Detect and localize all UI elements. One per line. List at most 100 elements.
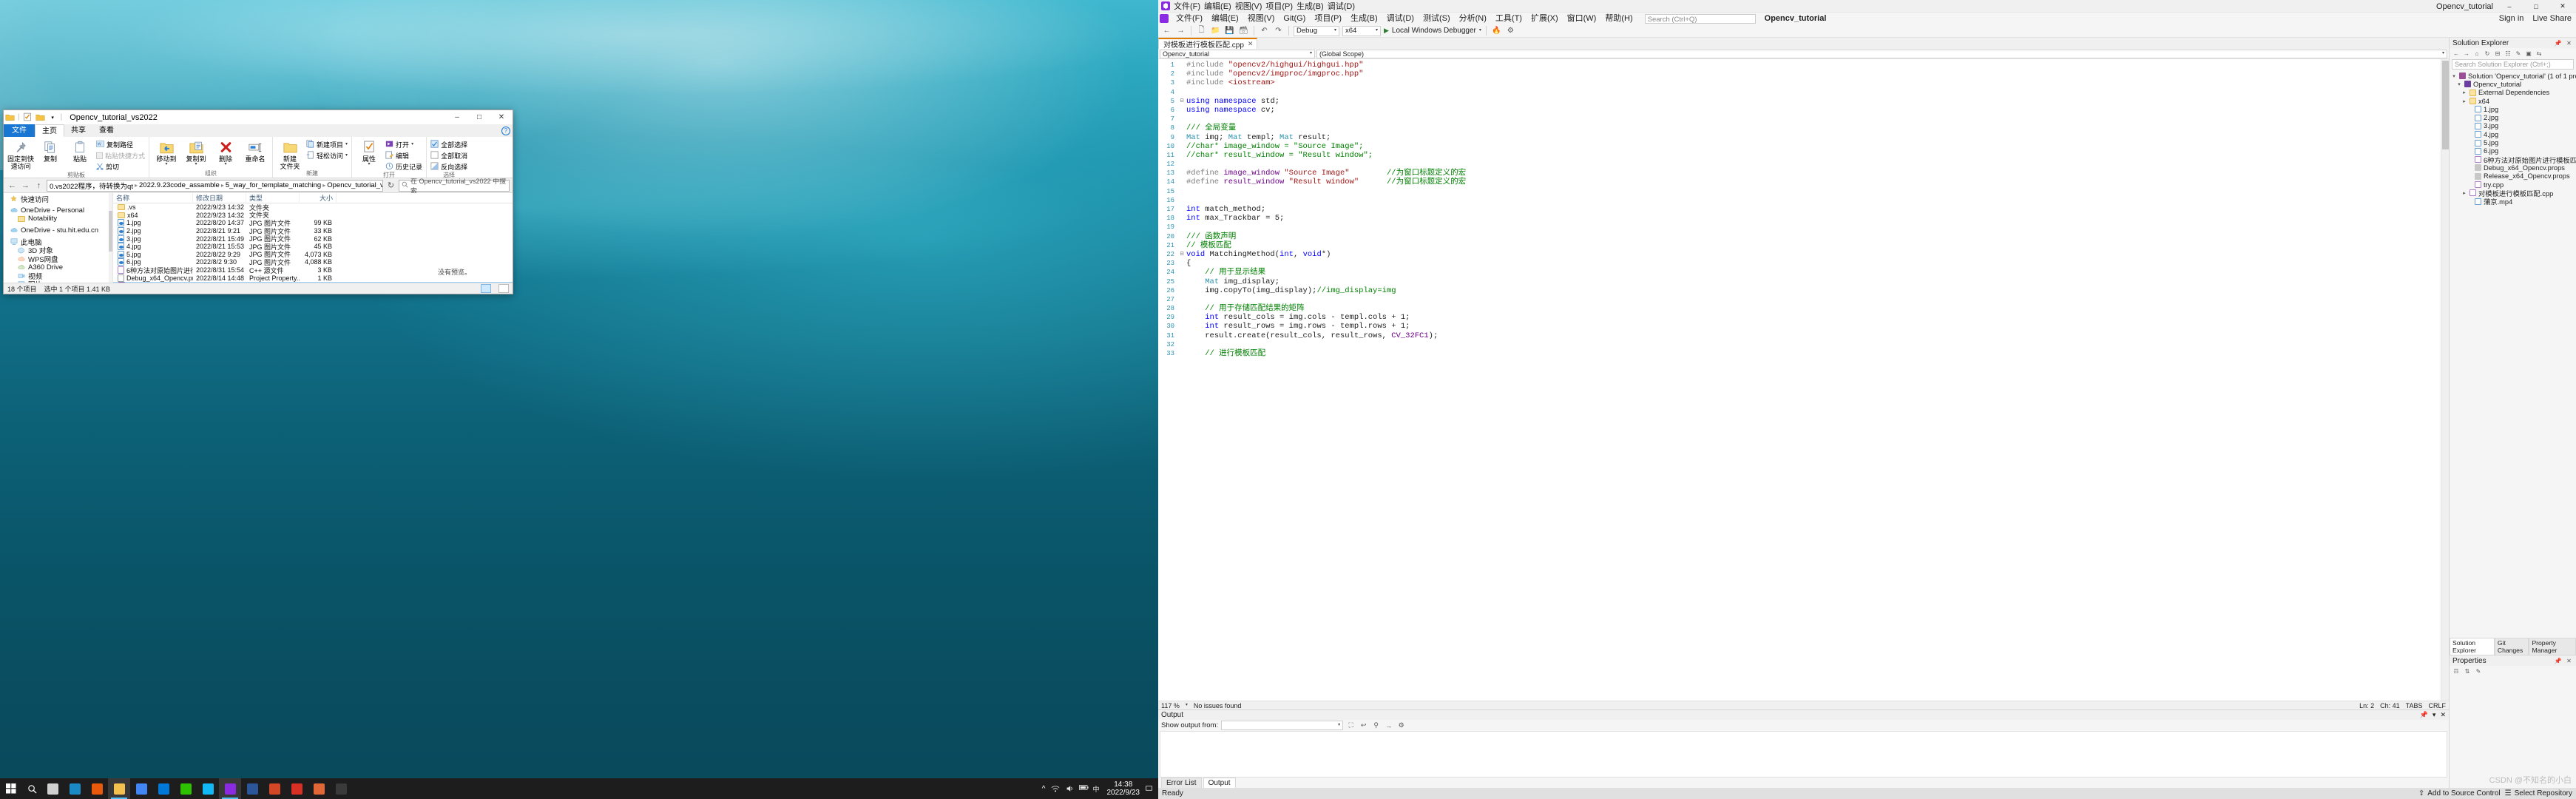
vs-title-menu-project[interactable]: 项目(P) — [1265, 0, 1293, 12]
new-folder-button[interactable]: 新建 文件夹 — [275, 138, 305, 170]
zoom-level[interactable]: 117 % — [1161, 702, 1180, 709]
scope-left-combo[interactable]: Opencv_tutorial ▾ — [1160, 49, 1315, 58]
ribbon-help-button[interactable]: ? — [501, 127, 510, 135]
run-label[interactable]: Local Windows Debugger — [1392, 27, 1476, 35]
taskbar-item-taskview-icon[interactable] — [41, 778, 64, 799]
show-all-files-icon[interactable]: ☷ — [2504, 49, 2512, 58]
menu-analyze[interactable]: 分析(N) — [1455, 13, 1491, 24]
nav-forward-icon[interactable]: → — [1175, 25, 1186, 36]
editor-scrollbar[interactable] — [2441, 59, 2449, 701]
vs-title-menu-debug[interactable]: 调试(D) — [1328, 0, 1355, 12]
forward-button[interactable]: → — [20, 180, 31, 191]
explorer-ribbon[interactable]: 固定到快 速访问 复制 粘贴 W 复制路径 粘贴快捷方式 剪切 剪贴板 移动到 … — [4, 137, 513, 178]
tree-twisty-icon[interactable]: ▾ — [2451, 73, 2457, 79]
ribbon-tab-file[interactable]: 文件 — [4, 124, 35, 137]
solution-explorer-tree[interactable]: ▾ Solution 'Opencv_tutorial' (1 of 1 proj… — [2450, 70, 2576, 645]
paste-shortcut-button[interactable]: 粘贴快捷方式 — [96, 151, 145, 161]
taskbar-search-button[interactable] — [22, 778, 41, 799]
tree-item[interactable]: 5.jpg — [2450, 138, 2576, 146]
editor-scope-bar[interactable]: Opencv_tutorial ▾ (Global Scope) ▾ — [1158, 49, 2449, 59]
file-name-cell[interactable]: 6种方法对原始图片进行模板匹配.cpp — [113, 266, 193, 275]
open-button[interactable]: 打开 ▾ — [385, 140, 422, 149]
open-file-icon[interactable]: 📁 — [1210, 25, 1221, 36]
menu-help[interactable]: 帮助(H) — [1600, 13, 1637, 24]
easy-access-caret-icon[interactable]: ▾ — [345, 153, 348, 158]
select-none-button[interactable]: 全部取消 — [430, 151, 467, 161]
taskbar-item-wechat-icon[interactable] — [175, 778, 197, 799]
select-repository-button[interactable]: ☰ Select Repository — [2505, 789, 2572, 798]
nav-item-notability[interactable]: Notability — [4, 215, 112, 223]
vs-minimize-button[interactable]: – — [2499, 0, 2520, 13]
file-name-cell[interactable]: 5.jpg — [113, 250, 193, 258]
column-header-type[interactable]: 类型 — [246, 193, 300, 203]
taskbar-item-edge-icon[interactable] — [64, 778, 86, 799]
column-header-date[interactable]: 修改日期 — [193, 193, 246, 203]
nav-item-a360-drive[interactable]: A360 Drive — [4, 263, 112, 272]
vs-search-input[interactable]: Search (Ctrl+Q) — [1644, 13, 1756, 24]
properties-panel[interactable]: Properties 📌 ✕ ☶ ⇅ ✎ — [2450, 655, 2576, 788]
tree-twisty-icon[interactable]: ▸ — [2461, 98, 2467, 104]
vs-maximize-button[interactable]: □ — [2526, 0, 2546, 13]
redo-icon[interactable]: ↷ — [1273, 25, 1284, 36]
new-item-caret-icon[interactable]: ▾ — [345, 142, 348, 146]
output-minimize-icon[interactable]: ▾ — [2433, 711, 2436, 719]
vs-toolbar[interactable]: ← → 🗋 📁 💾 🗃 ↶ ↷ Debug ▾ x64 ▾ ▶ Local Wind… — [1158, 24, 2576, 38]
menu-edit[interactable]: 编辑(E) — [1207, 13, 1243, 24]
tree-item[interactable]: 4.jpg — [2450, 130, 2576, 138]
se-pin-icon[interactable]: 📌 — [2554, 39, 2562, 47]
ribbon-tab-home[interactable]: 主页 — [35, 124, 64, 137]
close-icon[interactable]: ✕ — [1248, 40, 1254, 48]
up-button[interactable]: ↑ — [33, 180, 44, 191]
menu-extensions[interactable]: 扩展(X) — [1527, 13, 1563, 24]
explorer-maximize-button[interactable]: □ — [468, 110, 490, 124]
code-fold-toggle[interactable]: ⊟ — [1177, 250, 1186, 259]
chevron-down-icon[interactable]: ▾ — [48, 112, 58, 122]
menu-test[interactable]: 测试(S) — [1419, 13, 1455, 24]
tree-item[interactable]: Debug_x64_Opencv.props — [2450, 163, 2576, 172]
menu-view[interactable]: 视图(V) — [1243, 13, 1279, 24]
tree-item[interactable]: ▾ Solution 'Opencv_tutorial' (1 of 1 proj… — [2450, 72, 2576, 80]
cut-button[interactable]: 剪切 — [96, 162, 145, 172]
table-row[interactable]: x64 2022/9/23 14:32 文件夹 — [113, 212, 513, 219]
nav-item-videos[interactable]: 视频 — [4, 272, 112, 281]
start-button[interactable] — [0, 778, 22, 799]
file-name-cell[interactable]: 4.jpg — [113, 243, 193, 251]
explorer-ribbon-tabs[interactable]: 文件 主页 共享 查看 ? — [4, 124, 513, 137]
editor-scrollbar-thumb[interactable] — [2442, 61, 2449, 149]
vs-title-menu-edit[interactable]: 编辑(E) — [1204, 0, 1231, 12]
output-close-icon[interactable]: ✕ — [2440, 711, 2446, 719]
file-list[interactable]: 名称 修改日期 类型 大小 .vs 2022/9/23 14:32 文件夹 x64 20… — [113, 193, 513, 283]
output-pin-icon[interactable]: 📌 — [2420, 711, 2428, 719]
vs-close-button[interactable]: ✕ — [2552, 0, 2573, 13]
properties-toolbar[interactable]: ☶ ⇅ ✎ — [2450, 666, 2576, 676]
settings-icon[interactable]: ⚙ — [1505, 25, 1516, 36]
find-icon[interactable]: ⚲ — [1371, 721, 1381, 730]
zoom-caret-icon[interactable]: ▾ — [1186, 703, 1188, 707]
solution-explorer-search-input[interactable]: Search Solution Explorer (Ctrl+;) — [2452, 59, 2574, 70]
search-input[interactable]: 在 Opencv_tutorial_vs2022 中搜索 — [399, 178, 510, 195]
refresh-button[interactable]: ↻ — [385, 180, 396, 191]
nav-item-wps-cloud[interactable]: WPS网盘 — [4, 254, 112, 264]
properties-icon[interactable]: ✎ — [2514, 49, 2523, 58]
file-name-cell[interactable]: 1.jpg — [113, 219, 193, 227]
table-row[interactable]: .vs 2022/9/23 14:32 文件夹 — [113, 203, 513, 212]
tray-chevron-icon[interactable]: ^ — [1042, 785, 1046, 793]
file-name-cell[interactable]: Opencv_tutorial.sln — [114, 282, 194, 283]
edit-button[interactable]: 编辑 — [385, 151, 422, 161]
code-text-area[interactable]: #include "opencv2/highgui/highgui.hpp" #i… — [1186, 59, 2449, 701]
copy-path-button[interactable]: W 复制路径 — [96, 140, 145, 149]
forward-icon[interactable]: → — [2462, 49, 2471, 58]
toggle-wordwrap-icon[interactable]: ↩ — [1359, 721, 1368, 730]
taskbar-item-vs-icon[interactable] — [219, 778, 241, 799]
taskbar-item-chrome-icon[interactable] — [130, 778, 152, 799]
table-row[interactable]: 1.jpg 2022/8/20 14:37 JPG 图片文件 99 KB — [113, 219, 513, 227]
nav-scrollbar[interactable] — [109, 193, 112, 283]
explorer-address-bar[interactable]: ← → ↑ 0.vs2022程序，待转换为qt ▸ 2022.9.23code_… — [4, 178, 513, 195]
system-tray[interactable]: ^ 中 14:38 2022/9/23 — [1042, 781, 1158, 797]
breadcrumb[interactable]: 0.vs2022程序，待转换为qt ▸ 2022.9.23code_assamb… — [47, 179, 383, 192]
solution-explorer-bottom-tabs[interactable]: Solution Explorer Git Changes Property M… — [2450, 638, 2576, 655]
delete-caret-icon[interactable]: ▾ — [225, 162, 227, 166]
battery-icon[interactable] — [1078, 784, 1089, 793]
live-share-button[interactable]: Live Share — [2532, 14, 2572, 23]
sign-in-button[interactable]: Sign in — [2499, 14, 2524, 23]
